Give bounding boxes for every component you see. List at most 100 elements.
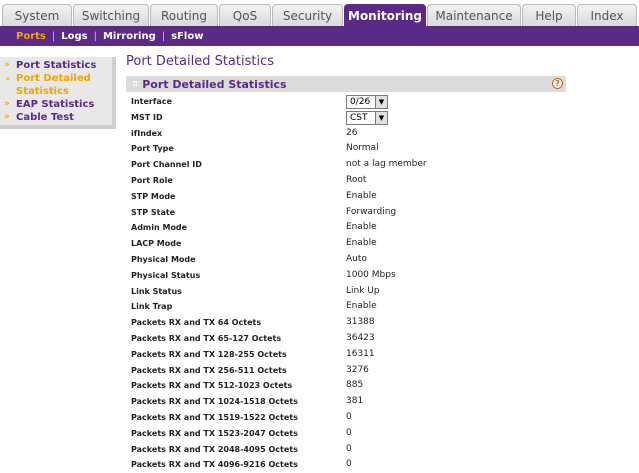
mst-select[interactable]: CST ▼ — [346, 110, 388, 125]
tab-help[interactable]: Help — [522, 4, 576, 26]
table-row: Link Status Link Up — [131, 285, 571, 301]
stat-label: Packets RX and TX 64 Octets — [131, 318, 262, 328]
sidebar-item-cable-test[interactable]: » Cable Test — [0, 111, 112, 124]
stat-value: Enable — [346, 301, 377, 312]
tab-monitoring[interactable]: Monitoring — [344, 4, 426, 26]
chevron-right-icon: » — [4, 60, 10, 70]
stat-value: 16311 — [346, 348, 375, 359]
stat-label: Packets RX and TX 2048-4095 Octets — [131, 444, 298, 454]
stat-value: 3276 — [346, 364, 369, 375]
help-icon[interactable]: ? — [552, 78, 563, 89]
stat-value: 0 — [346, 459, 352, 470]
stat-value: Enable — [346, 222, 377, 233]
stat-label: Physical Mode — [131, 254, 196, 264]
mst-select-value: CST — [350, 112, 368, 123]
table-row: Packets RX and TX 65-127 Octets 36423 — [131, 332, 571, 348]
section-header: :: Port Detailed Statistics ? — [126, 76, 566, 92]
sub-navigation: Ports | Logs | Mirroring | sFlow — [0, 26, 639, 46]
statistics-table: Interface 0/26 ▼ MST ID CST ▼ ifIndex 26 P… — [131, 95, 571, 473]
table-row: Port Role Root — [131, 174, 571, 190]
stat-value: 381 — [346, 396, 364, 407]
stat-value: Normal — [346, 143, 379, 154]
stat-label: Port Type — [131, 144, 174, 154]
stat-value: 26 — [346, 127, 358, 138]
chevron-right-icon: » — [4, 99, 10, 109]
chevron-down-icon[interactable]: ▼ — [375, 111, 387, 124]
stat-value: 885 — [346, 380, 364, 391]
subnav-ports[interactable]: Ports — [0, 31, 52, 42]
sidebar-item-port-detailed-statistics[interactable]: ⌄ Port Detailed Statistics — [0, 72, 112, 98]
stat-value: 0 — [346, 443, 352, 454]
stat-label: Port Channel ID — [131, 160, 202, 170]
stat-value: 1000 Mbps — [346, 269, 396, 280]
stat-value: Root — [346, 174, 367, 185]
table-row: Physical Mode Auto — [131, 253, 571, 269]
stat-label: Packets RX and TX 4096-9216 Octets — [131, 460, 298, 470]
stat-value: Enable — [346, 190, 377, 201]
stat-value: 31388 — [346, 317, 375, 328]
table-row: Packets RX and TX 4096-9216 Octets 0 — [131, 458, 571, 473]
table-row: STP Mode Enable — [131, 190, 571, 206]
subnav-sflow[interactable]: sFlow — [165, 31, 209, 42]
tab-maintenance[interactable]: Maintenance — [427, 4, 521, 26]
stat-label: ifIndex — [131, 128, 163, 138]
stat-label: Physical Status — [131, 270, 201, 280]
top-navigation: System Switching Routing QoS Security Mo… — [0, 0, 639, 26]
stat-label: STP State — [131, 207, 176, 217]
stat-label: Port Role — [131, 175, 173, 185]
sidebar-item-label: Cable Test — [16, 112, 74, 123]
subnav-mirroring[interactable]: Mirroring — [97, 31, 162, 42]
table-row: Packets RX and TX 1523-2047 Octets 0 — [131, 427, 571, 443]
stat-label: Admin Mode — [131, 223, 188, 233]
grip-icon: :: — [132, 79, 138, 89]
table-row: LACP Mode Enable — [131, 237, 571, 253]
sidebar-item-eap-statistics[interactable]: » EAP Statistics — [0, 98, 112, 111]
table-row: ifIndex 26 — [131, 127, 571, 143]
tab-switching[interactable]: Switching — [73, 4, 149, 26]
interface-row: Interface 0/26 ▼ — [131, 95, 571, 111]
table-row: Packets RX and TX 512-1023 Octets 885 — [131, 379, 571, 395]
interface-select[interactable]: 0/26 ▼ — [346, 95, 388, 109]
table-row: Packets RX and TX 256-511 Octets 3276 — [131, 364, 571, 380]
chevron-down-icon[interactable]: ▼ — [375, 96, 387, 108]
tab-index[interactable]: Index — [577, 4, 637, 26]
stat-value: 0 — [346, 427, 352, 438]
mst-row: MST ID CST ▼ — [131, 110, 571, 127]
tab-routing[interactable]: Routing — [150, 4, 218, 26]
stat-value: Auto — [346, 253, 367, 264]
table-row: STP State Forwarding — [131, 206, 571, 222]
stat-label: Packets RX and TX 512-1023 Octets — [131, 381, 293, 391]
table-row: Packets RX and TX 128-255 Octets 16311 — [131, 348, 571, 364]
stat-label: Link Status — [131, 286, 182, 296]
table-row: Packets RX and TX 64 Octets 31388 — [131, 316, 571, 332]
stat-value: 0 — [346, 411, 352, 422]
interface-select-value: 0/26 — [350, 97, 371, 107]
tab-security[interactable]: Security — [272, 4, 343, 26]
stat-value: 36423 — [346, 332, 375, 343]
table-row: Admin Mode Enable — [131, 221, 571, 237]
stat-label: Packets RX and TX 128-255 Octets — [131, 349, 287, 359]
tab-qos[interactable]: QoS — [219, 4, 271, 26]
chevron-right-icon: » — [4, 112, 10, 122]
table-row: Physical Status 1000 Mbps — [131, 269, 571, 285]
stat-label: Packets RX and TX 256-511 Octets — [131, 365, 287, 375]
chevron-down-icon: ⌄ — [4, 73, 12, 83]
table-row: Packets RX and TX 1024-1518 Octets 381 — [131, 395, 571, 411]
table-row: Packets RX and TX 2048-4095 Octets 0 — [131, 443, 571, 459]
stat-label: Link Trap — [131, 302, 173, 312]
sidebar-item-label: Port Statistics — [16, 60, 97, 71]
table-row: Port Channel ID not a lag member — [131, 158, 571, 174]
stat-label: Packets RX and TX 1523-2047 Octets — [131, 428, 298, 438]
stat-value: Enable — [346, 238, 377, 249]
stat-label: Packets RX and TX 65-127 Octets — [131, 333, 282, 343]
sidebar-item-label: Port Detailed Statistics — [16, 73, 91, 97]
sidebar-item-label: EAP Statistics — [16, 99, 95, 110]
subnav-logs[interactable]: Logs — [55, 31, 93, 42]
section-title: Port Detailed Statistics — [142, 77, 287, 91]
interface-label: Interface — [131, 97, 172, 106]
sidebar: » Port Statistics ⌄ Port Detailed Statis… — [0, 57, 116, 129]
stat-label: Packets RX and TX 1024-1518 Octets — [131, 397, 298, 407]
tab-system[interactable]: System — [2, 4, 72, 26]
sidebar-item-port-statistics[interactable]: » Port Statistics — [0, 59, 112, 72]
table-row: Packets RX and TX 1519-1522 Octets 0 — [131, 411, 571, 427]
